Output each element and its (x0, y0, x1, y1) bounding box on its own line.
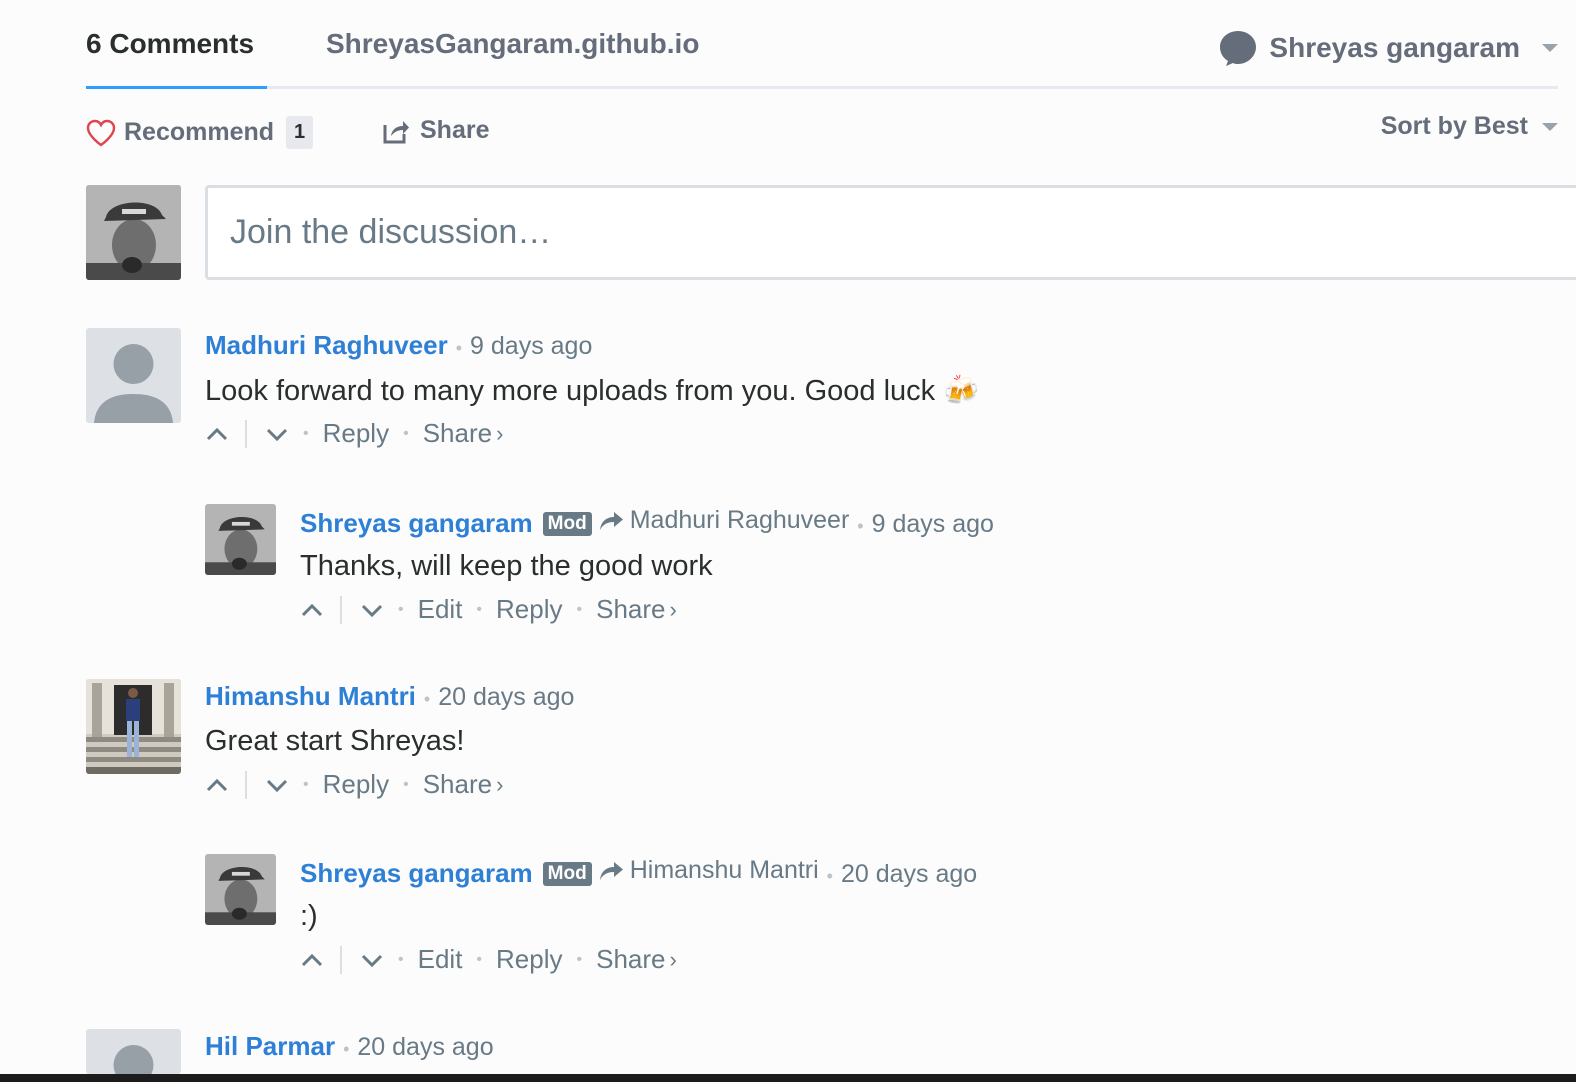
share-link[interactable]: Share (423, 769, 492, 800)
downvote-icon[interactable] (360, 948, 384, 972)
avatar[interactable] (86, 1029, 181, 1074)
share-link[interactable]: Share (596, 944, 665, 975)
reply-arrow-icon (599, 511, 623, 530)
separator-dot: • (476, 950, 483, 968)
separator-dot: • (476, 600, 483, 618)
comment-author[interactable]: Himanshu Mantri (205, 681, 416, 712)
avatar[interactable] (205, 504, 276, 575)
mod-badge: Mod (542, 511, 592, 536)
thread-action-bar: Recommend 1 Share Sort by Best (86, 112, 1558, 152)
comment-author[interactable]: Hil Parmar (205, 1031, 335, 1062)
recommend-button[interactable]: Recommend 1 (86, 116, 314, 149)
comment-timestamp[interactable]: 9 days ago (872, 510, 994, 539)
sort-label: Sort by Best (1380, 112, 1528, 140)
separator-dot: • (398, 950, 404, 968)
reply-link[interactable]: Reply (323, 769, 389, 800)
window-bottom-edge (0, 1074, 1576, 1082)
mod-badge: Mod (542, 861, 592, 886)
chevron-right-icon: › (669, 596, 677, 622)
reply-to-name: Madhuri Raghuveer (629, 506, 850, 534)
comment-timestamp[interactable]: 20 days ago (438, 683, 574, 712)
nav-divider (86, 86, 1558, 89)
reply-link[interactable]: Reply (496, 944, 562, 975)
separator-dot: • (403, 424, 409, 442)
separator-dot: • (303, 424, 309, 442)
comment-timestamp[interactable]: 9 days ago (470, 332, 592, 361)
share-icon (383, 120, 409, 143)
join-discussion-input[interactable] (205, 185, 1576, 280)
edit-link[interactable]: Edit (418, 594, 463, 625)
vote-divider (245, 770, 247, 799)
comment-footer: • Reply • Share › (205, 769, 503, 800)
tab-comments[interactable]: 6 Comments (86, 28, 254, 89)
comment-body: Look forward to many more uploads from y… (205, 375, 980, 407)
chevron-down-icon (1542, 122, 1558, 131)
separator-dot: • (398, 600, 404, 618)
comment-footer: • Edit • Reply • Share › (300, 594, 677, 625)
reply-link[interactable]: Reply (323, 418, 389, 449)
reply-to-name: Himanshu Mantri (629, 856, 819, 884)
downvote-icon[interactable] (265, 773, 289, 797)
upvote-icon[interactable] (300, 948, 324, 972)
vote-divider (340, 595, 342, 624)
avatar[interactable] (86, 679, 181, 774)
comment-author[interactable]: Shreyas gangaram (300, 508, 533, 539)
vote-divider (245, 419, 247, 448)
default-avatar-icon (86, 328, 181, 423)
vote-divider (340, 945, 342, 974)
comment-footer: • Reply • Share › (205, 418, 503, 449)
default-avatar-icon (86, 1029, 181, 1074)
upvote-icon[interactable] (300, 598, 324, 622)
separator-dot: • (455, 338, 463, 358)
separator-dot: • (423, 689, 431, 709)
chevron-right-icon: › (496, 420, 504, 446)
active-tab-indicator (86, 86, 267, 89)
avatar[interactable] (205, 854, 276, 925)
chevron-right-icon: › (496, 771, 504, 797)
recommend-count-badge: 1 (286, 116, 314, 149)
separator-dot: • (576, 950, 583, 968)
reply-arrow-icon (599, 861, 623, 880)
comment-body: Great start Shreyas! (205, 725, 465, 757)
separator-dot: • (403, 775, 409, 793)
share-thread-label: Share (420, 116, 490, 144)
share-link[interactable]: Share (596, 594, 665, 625)
comment-body: Thanks, will keep the good work (300, 550, 713, 582)
heart-icon (86, 119, 116, 146)
comment-body: :) (300, 900, 318, 932)
current-user-name[interactable]: Shreyas gangaram (1269, 32, 1520, 64)
separator-dot: • (303, 775, 309, 793)
in-reply-to[interactable]: Himanshu Mantri (598, 856, 819, 885)
upvote-icon[interactable] (205, 773, 229, 797)
sort-dropdown[interactable]: Sort by Best (1381, 112, 1558, 141)
share-thread-button[interactable]: Share (382, 116, 489, 145)
downvote-icon[interactable] (265, 422, 289, 446)
edit-link[interactable]: Edit (418, 944, 463, 975)
comment-timestamp[interactable]: 20 days ago (357, 1033, 493, 1062)
comment-timestamp[interactable]: 20 days ago (841, 860, 977, 889)
current-user-avatar (86, 185, 181, 280)
downvote-icon[interactable] (360, 598, 384, 622)
upvote-icon[interactable] (205, 422, 229, 446)
top-nav: 6 Comments ShreyasGangaram.github.io Shr… (86, 0, 1558, 90)
comment-author[interactable]: Madhuri Raghuveer (205, 330, 448, 361)
tab-community-site[interactable]: ShreyasGangaram.github.io (326, 28, 699, 60)
in-reply-to[interactable]: Madhuri Raghuveer (598, 506, 850, 535)
separator-dot: • (343, 1039, 350, 1059)
comment-footer: • Edit • Reply • Share › (300, 944, 677, 975)
chat-bubble-icon (1220, 31, 1257, 66)
avatar[interactable] (86, 328, 181, 423)
separator-dot: • (826, 865, 833, 886)
reply-link[interactable]: Reply (496, 594, 562, 625)
recommend-label: Recommend (124, 118, 275, 146)
separator-dot: • (857, 515, 864, 536)
share-link[interactable]: Share (423, 418, 492, 449)
comment-author[interactable]: Shreyas gangaram (300, 858, 533, 889)
chevron-right-icon: › (669, 946, 677, 972)
separator-dot: • (576, 600, 583, 618)
chevron-down-icon[interactable] (1542, 44, 1558, 52)
user-menu[interactable]: Shreyas gangaram (1219, 26, 1558, 70)
